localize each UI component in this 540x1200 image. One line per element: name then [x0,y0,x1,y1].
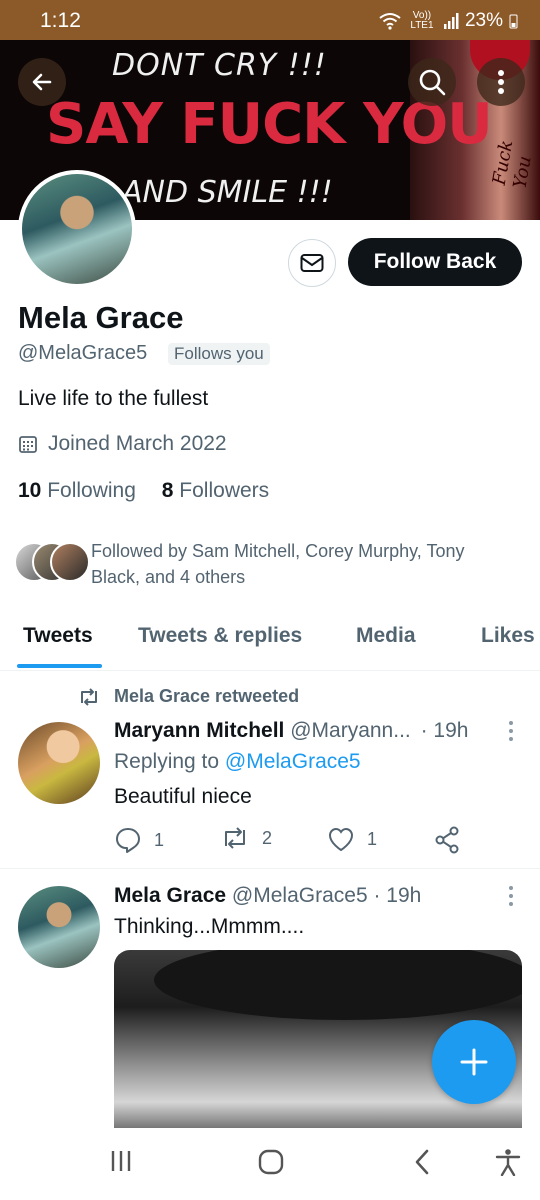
compose-plus-icon [460,1048,488,1076]
more-options-button[interactable] [477,58,525,106]
retweet-indicator: Mela Grace retweeted [78,686,299,707]
followers-link[interactable]: 8 Followers [162,479,269,502]
tweet-text: Thinking...Mmmm.... [114,915,305,938]
reply-icon [116,828,140,853]
replying-to-prefix: Replying to [114,750,220,773]
like-button[interactable]: 1 [327,826,377,852]
tweet-text: Beautiful niece [114,785,252,808]
reply-button[interactable]: 1 [114,826,164,854]
joined-text: Joined March 2022 [48,432,227,455]
following-label: Following [47,479,136,502]
recent-apps-icon[interactable] [108,1148,134,1174]
message-button[interactable] [288,239,336,287]
tweet-divider [0,868,540,869]
banner-finger-text: Fuck You [488,138,536,191]
tweet-author-avatar[interactable] [18,722,100,804]
system-nav-bar [0,1128,540,1200]
reply-count: 1 [154,829,165,850]
battery-icon [509,14,518,29]
follows-you-badge: Follows you [168,343,270,365]
more-vertical-icon [498,70,504,94]
replying-to: Replying to @MelaGrace5 [114,750,361,774]
tweet-time: · 19h [373,884,422,907]
search-icon [419,69,446,96]
tab-likes[interactable]: Likes [481,624,535,648]
replying-to-link[interactable]: @MelaGrace5 [225,750,361,773]
tweet-time: · 19h [420,719,469,742]
retweeted-by-text: Mela Grace retweeted [114,686,300,706]
signal-icon [443,13,459,29]
following-count: 10 [18,479,42,502]
tab-tweets[interactable]: Tweets [23,624,93,648]
follow-back-button[interactable]: Follow Back [348,238,522,286]
joined-date: Joined March 2022 [18,432,227,456]
network-label: Vo)) LTE1 [410,10,434,31]
tweet-author-handle: @Maryann... [290,719,411,742]
profile-bio: Live life to the fullest [18,387,209,410]
followers-count: 8 [161,479,174,502]
tweet-more-icon[interactable] [508,720,514,742]
followed-by-text: Followed by Sam Mitchell, Corey Murphy, … [91,541,465,587]
profile-avatar[interactable] [18,170,136,288]
mutual-avatar [50,542,90,582]
retweet-button[interactable]: 2 [220,826,272,850]
retweet-count: 2 [262,827,273,848]
like-count: 1 [367,828,378,849]
active-tab-indicator [17,664,102,668]
share-icon [435,826,459,854]
tweet-more-icon[interactable] [508,885,514,907]
followed-by-avatars [14,542,90,582]
tweet-header: Mela Grace @MelaGrace5 · 19h [114,884,421,908]
tweet-author-handle: @MelaGrace5 [231,884,368,907]
back-button[interactable] [18,58,66,106]
followers-label: Followers [179,479,270,502]
media-hat-shape [154,950,522,1020]
tweet-author-name[interactable]: Maryann Mitchell [114,719,284,742]
battery-percent: 23% [464,10,503,31]
tab-tweets-replies[interactable]: Tweets & replies [138,624,302,648]
search-button[interactable] [408,58,456,106]
profile-name: Mela Grace [18,300,184,335]
retweet-icon [225,827,245,849]
following-link[interactable]: 10 Following [18,479,136,502]
banner-text-line1: DONT CRY !!! [112,48,327,83]
tweet-author-name[interactable]: Mela Grace [114,884,226,907]
like-icon [328,827,354,852]
tweet-author-avatar[interactable] [18,886,100,968]
tweet-header: Maryann Mitchell @Maryann... · 19h [114,719,468,743]
profile-tabs: Tweets Tweets & replies Media Likes [0,610,540,671]
profile-handle: @MelaGrace5 [18,342,148,364]
tweet-actions: 1 2 1 [114,826,464,856]
status-time: 1:12 [40,9,81,32]
retweet-icon [81,687,97,706]
back-arrow-icon [32,73,52,91]
share-button[interactable] [434,826,460,854]
status-icons: Vo)) LTE1 23% [379,10,518,32]
home-icon[interactable] [257,1148,285,1176]
accessibility-icon[interactable] [494,1148,522,1176]
wifi-icon [379,13,401,30]
follow-stats: 10 Following 8 Followers [18,479,269,503]
banner-text-line3: AND SMILE !!! [122,175,333,210]
tab-media[interactable]: Media [356,624,416,648]
mail-icon [300,254,324,272]
status-bar: 1:12 Vo)) LTE1 23% [0,0,540,40]
compose-tweet-button[interactable] [432,1020,516,1104]
calendar-icon [19,436,37,453]
back-icon[interactable] [412,1148,434,1176]
